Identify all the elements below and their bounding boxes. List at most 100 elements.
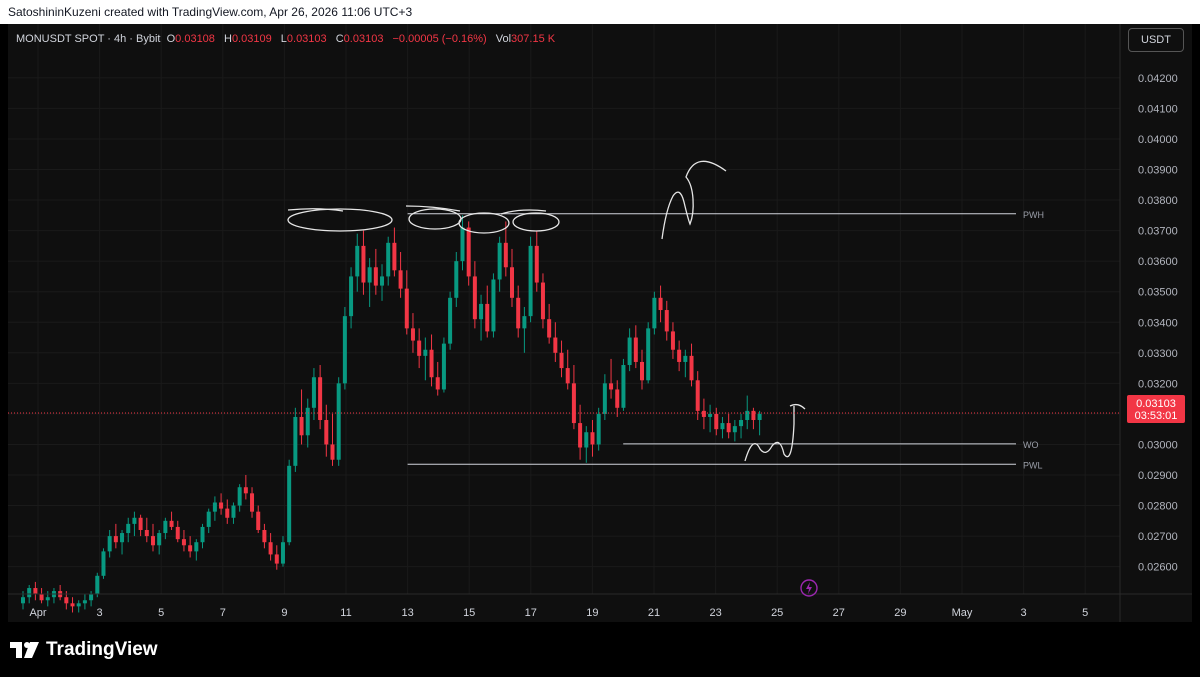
candle-body — [225, 508, 230, 518]
tradingview-logo-icon — [10, 642, 39, 658]
annotation-ellipse — [287, 208, 393, 232]
time-axis: Apr 3 5 7 9 11 13 15 17 19 21 23 25 27 29 May 3 5 — [8, 593, 1192, 619]
candle-body — [287, 465, 292, 543]
price-axis: 0.02600 0.02700 0.02800 0.02900 0.03000 0.031… — [1119, 24, 1178, 622]
candle-body — [138, 517, 143, 530]
candle-body — [324, 420, 329, 445]
candle-body — [429, 349, 434, 378]
low-value: 0.03103 — [286, 33, 327, 45]
time-tick-label: 15 — [463, 607, 475, 619]
candle-body — [206, 511, 211, 527]
candle-body — [435, 377, 440, 390]
volume-value: 307.15 K — [511, 33, 556, 45]
time-tick-label: May — [952, 607, 973, 619]
price-chart[interactable]: PWHWOPWL 0.026000.027000.028000.029000.0… — [8, 24, 1192, 622]
candle-body — [689, 355, 694, 381]
candle-body — [280, 542, 285, 564]
candle-body — [120, 533, 125, 543]
grid — [8, 24, 1120, 594]
candle-body — [113, 536, 118, 543]
candle-body — [200, 526, 205, 543]
candle-body — [299, 416, 304, 436]
candle-body — [169, 520, 174, 527]
close-label: C — [335, 33, 344, 45]
candle-body — [398, 270, 403, 289]
time-tick-label: 21 — [648, 607, 660, 619]
candle-body — [163, 520, 168, 534]
time-tick-label: 25 — [771, 607, 783, 619]
candle-body — [615, 389, 620, 408]
candle-body — [262, 529, 267, 543]
price-tick-label: 0.02800 — [1138, 501, 1178, 513]
candle-body — [516, 297, 521, 329]
volume-label: Vol — [495, 33, 512, 45]
candle-body — [188, 545, 193, 552]
candle-body — [510, 267, 515, 298]
candle-body — [491, 279, 496, 332]
time-tick-label: 29 — [894, 607, 906, 619]
candle-body — [318, 377, 323, 421]
price-label-value: 0.03103 — [1136, 398, 1176, 410]
price-tick-label: 0.03300 — [1138, 348, 1178, 360]
time-tick-label: 27 — [833, 607, 845, 619]
candle-body — [590, 432, 595, 445]
candle-body — [479, 303, 484, 320]
candle-body — [633, 337, 638, 362]
time-tick-label: 23 — [709, 607, 721, 619]
candle-body — [726, 423, 731, 433]
price-tick-label: 0.03400 — [1138, 317, 1178, 329]
candle-body — [460, 227, 465, 262]
candle-body — [410, 328, 415, 341]
candle-body — [45, 597, 50, 601]
time-tick-label: 3 — [97, 607, 103, 619]
candle-body — [640, 361, 644, 381]
annotation-ellipse — [408, 208, 462, 230]
candle-body — [212, 502, 217, 512]
candle-body — [175, 526, 180, 540]
price-tick-label: 0.04100 — [1138, 103, 1178, 115]
candle-body — [745, 410, 750, 421]
candle-body — [355, 245, 360, 277]
chart-frame[interactable]: PWH WO PWL 0.02600 0.02700 0.02800 0.02900 0.0… — [8, 24, 1192, 622]
price-tick-label: 0.03700 — [1138, 226, 1178, 238]
candle-body — [472, 276, 477, 320]
candle-body — [423, 349, 428, 356]
candle-body — [695, 380, 700, 411]
price-tick-label: 0.04200 — [1138, 73, 1178, 85]
candle-body — [76, 603, 81, 607]
candle-body — [181, 539, 186, 546]
candle-body — [720, 423, 725, 430]
high-value: 0.03109 — [231, 33, 272, 45]
candle-body — [714, 413, 719, 430]
candle-body — [82, 600, 87, 604]
candle-body — [547, 319, 552, 338]
price-tick-label: 0.03500 — [1138, 287, 1178, 299]
candle-body — [652, 297, 657, 329]
candle-body — [417, 340, 422, 356]
ohlc-legend: MONUSDT SPOT · 4h · Bybit O0.03108 H0.03… — [16, 33, 561, 45]
candle-body — [336, 383, 341, 460]
candle-body — [132, 517, 137, 524]
candle-body — [454, 261, 459, 298]
candle-body — [243, 487, 248, 494]
tradingview-logo[interactable]: TradingView — [10, 639, 158, 661]
candle-body — [664, 310, 669, 332]
candle-body — [708, 413, 713, 417]
time-tick-label: 7 — [220, 607, 226, 619]
candle-body — [485, 303, 490, 332]
currency-button[interactable]: USDT — [1128, 28, 1184, 52]
candle-body — [237, 487, 242, 506]
candle-body — [609, 383, 614, 390]
level-label: PWL — [1023, 460, 1043, 470]
symbol-label[interactable]: MONUSDT SPOT · 4h · Bybit — [16, 33, 160, 45]
candle-body — [219, 502, 224, 509]
time-tick-label: Apr — [29, 607, 46, 619]
candle-body — [330, 444, 335, 460]
candle-body — [33, 588, 38, 595]
candle-body — [627, 337, 632, 366]
price-tick-label: 0.03600 — [1138, 256, 1178, 268]
candle-body — [367, 267, 372, 283]
attribution-text: SatoshininKuzeni created with TradingVie… — [8, 5, 413, 19]
candle-body — [565, 368, 570, 384]
candle-body — [305, 407, 310, 436]
